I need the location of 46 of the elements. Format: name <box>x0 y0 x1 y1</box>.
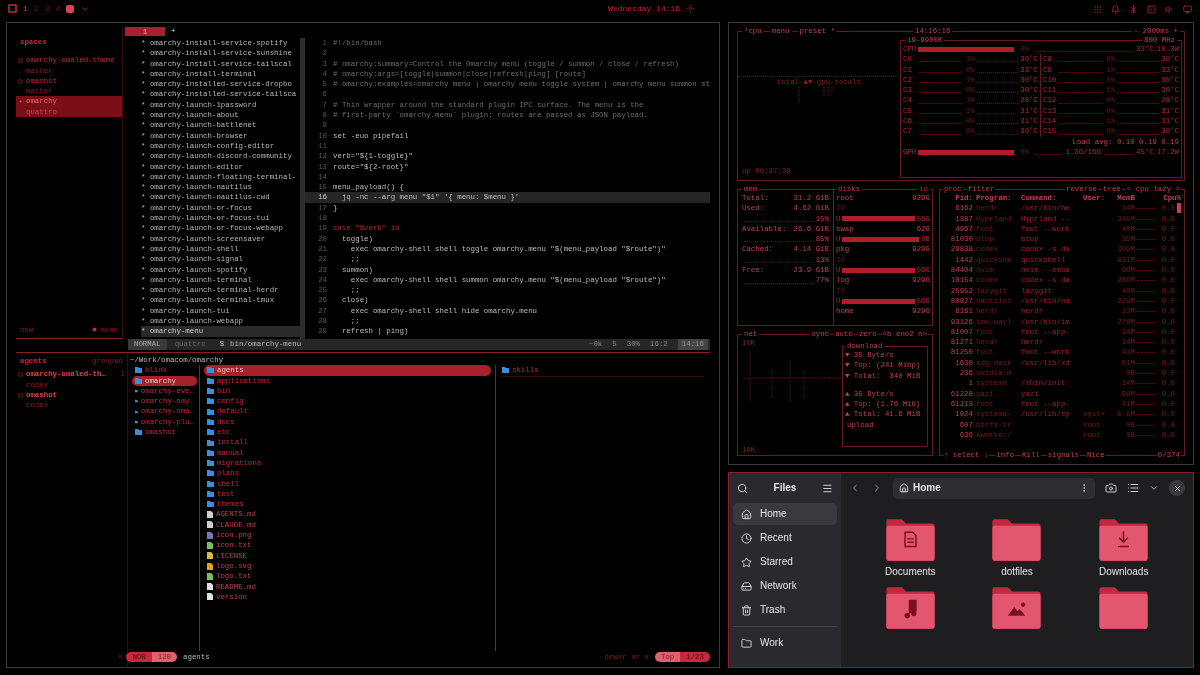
circle-icon <box>18 57 23 63</box>
circle-icon <box>18 78 23 84</box>
folder-label: Documents <box>885 567 936 578</box>
folder-label: Downloads <box>1098 567 1149 578</box>
close-button[interactable] <box>1169 480 1185 496</box>
folder-icon[interactable] <box>990 585 1044 632</box>
dot-icon <box>92 327 98 333</box>
search-icon[interactable] <box>737 482 748 494</box>
location-bar[interactable]: Home <box>893 477 1095 499</box>
chevron-down-icon[interactable] <box>1149 483 1159 493</box>
sidebar-item[interactable]: Home <box>733 503 837 525</box>
workspace-button[interactable]: 1 <box>23 3 28 15</box>
trash-icon <box>741 604 752 616</box>
starred-icon <box>741 556 752 568</box>
list-view-icon[interactable] <box>1127 482 1139 494</box>
circle-icon <box>18 371 23 377</box>
sidebar-item[interactable]: Network <box>733 575 837 597</box>
camera-icon[interactable] <box>1105 482 1117 494</box>
sidebar-item[interactable]: Starred <box>733 551 837 573</box>
folder-icon[interactable] <box>990 517 1044 563</box>
menu-icon[interactable] <box>822 482 833 494</box>
folder-icon <box>502 367 509 374</box>
home-icon <box>741 508 752 520</box>
dot-icon <box>18 99 23 105</box>
app-title: Files <box>773 482 797 494</box>
folder-label: dotfiles <box>1001 567 1033 578</box>
grid-dots-icon[interactable] <box>1093 4 1102 14</box>
folder-icon <box>741 637 752 649</box>
square-icon[interactable] <box>8 4 17 14</box>
circle-icon <box>18 392 23 398</box>
clock: Wednesday 14:16 <box>608 3 681 15</box>
sidebar-item[interactable]: Recent <box>733 527 837 549</box>
folder-icon[interactable] <box>1097 517 1151 563</box>
sidebar-item[interactable]: Trash <box>733 599 837 621</box>
monitor-icon[interactable] <box>1183 4 1192 14</box>
network-icon <box>741 580 752 592</box>
folder-icon[interactable] <box>883 585 937 632</box>
bluetooth-icon[interactable] <box>1129 4 1138 14</box>
folder-icon[interactable] <box>1097 585 1151 632</box>
folder-icon[interactable] <box>883 517 937 563</box>
home-icon <box>899 483 909 493</box>
sidebar-item[interactable]: Work <box>733 632 837 654</box>
scrollbar[interactable] <box>300 38 304 339</box>
cpu-graph <box>798 87 834 104</box>
recent-icon <box>741 532 752 544</box>
close-icon <box>1172 483 1182 493</box>
